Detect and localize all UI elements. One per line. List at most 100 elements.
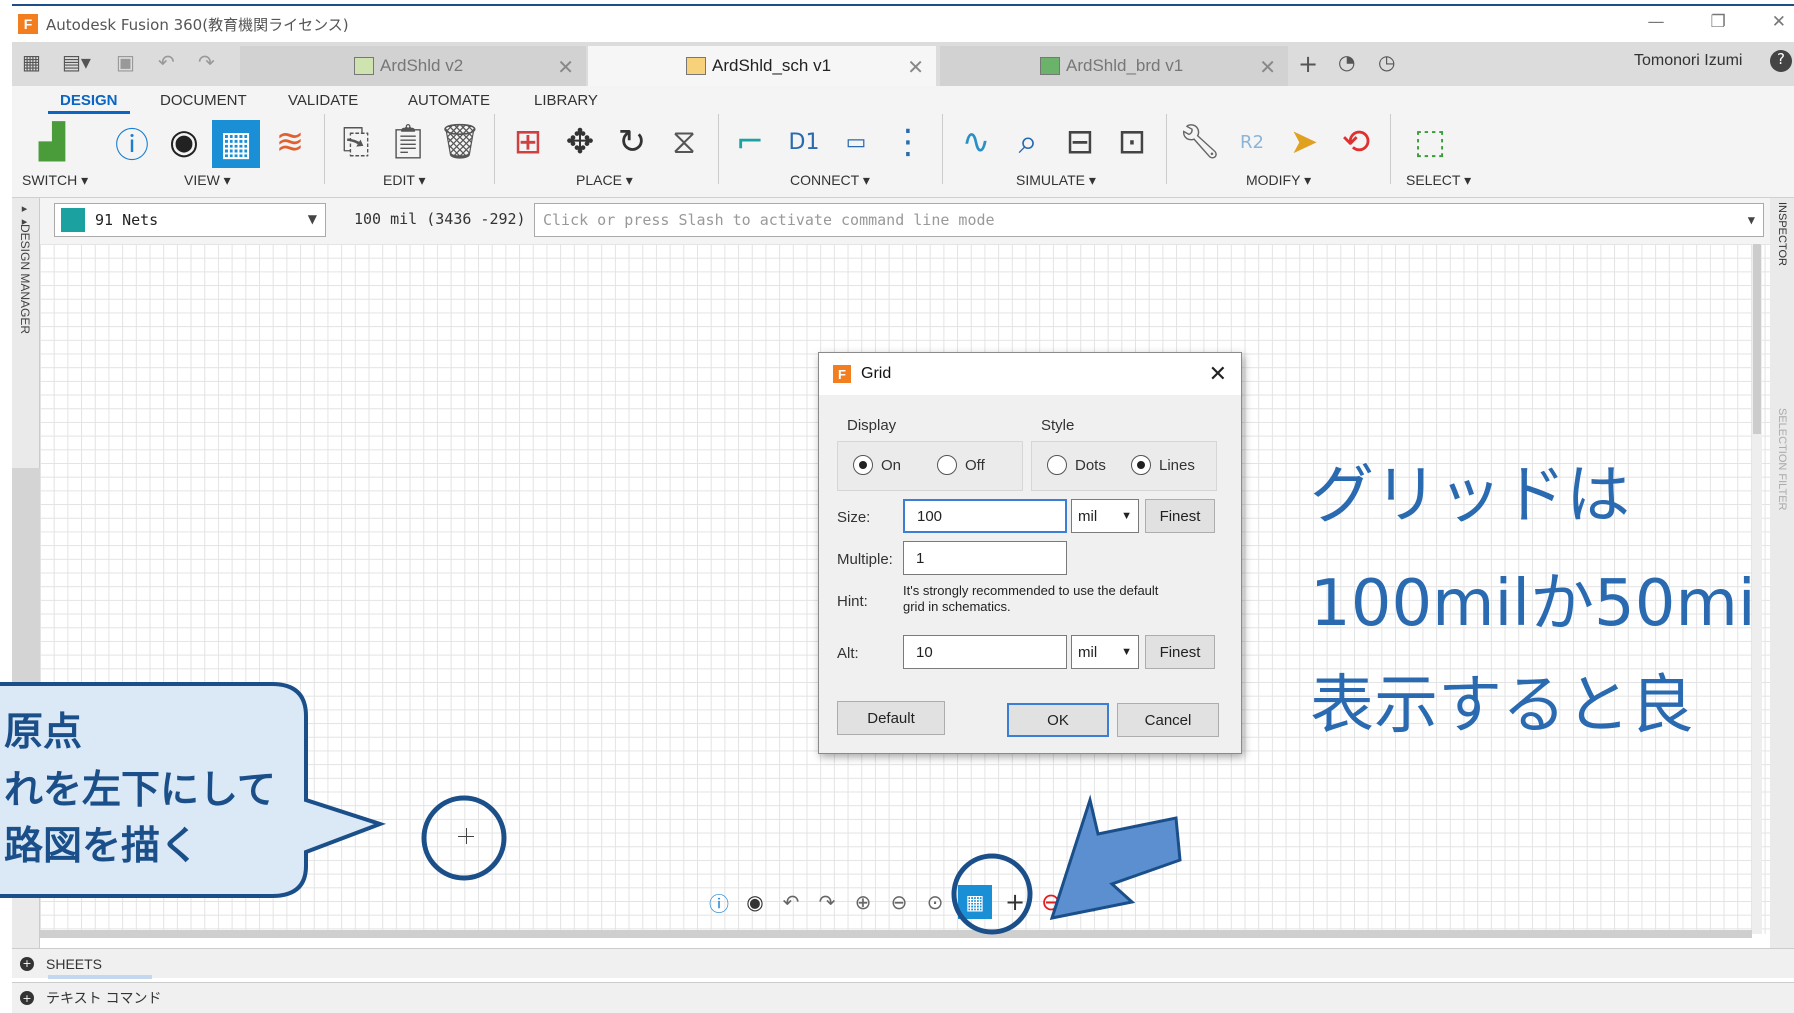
tab-validate[interactable]: VALIDATE <box>288 92 358 109</box>
crosshair-icon[interactable]: + <box>1002 888 1028 916</box>
save-icon[interactable]: ▣ <box>116 50 135 74</box>
minimize-button[interactable]: — <box>1648 12 1665 32</box>
clock-icon[interactable]: ◷ <box>1378 50 1395 74</box>
size-unit-select[interactable]: mil ▼ <box>1071 499 1139 533</box>
group-view[interactable]: VIEW ▾ <box>184 172 231 189</box>
job-status-icon[interactable]: ◔ <box>1338 50 1355 74</box>
copy-icon[interactable]: ⎘ <box>334 120 378 164</box>
meter-icon[interactable]: ⊟ <box>1058 120 1102 164</box>
display-off-radio[interactable]: Off <box>937 455 985 475</box>
simulate-wave-icon[interactable]: ∿ <box>954 120 998 164</box>
tab-automate[interactable]: AUTOMATE <box>408 92 490 109</box>
display-on-radio[interactable]: On <box>853 455 901 475</box>
stop-icon[interactable]: ⊖ <box>1038 888 1064 916</box>
sheets-bar[interactable]: + SHEETS <box>12 948 1794 979</box>
tab-close-icon[interactable]: ✕ <box>557 55 574 80</box>
help-icon[interactable]: ? <box>1770 50 1792 72</box>
group-simulate[interactable]: SIMULATE ▾ <box>1016 172 1096 189</box>
gate-swap-icon[interactable]: ➤ <box>1282 120 1326 164</box>
group-switch[interactable]: SWITCH ▾ <box>22 172 88 189</box>
alt-finest-button[interactable]: Finest <box>1145 635 1215 669</box>
replace-icon[interactable]: ⟲ <box>1334 120 1378 164</box>
expand-text-command-icon[interactable]: + <box>20 991 34 1005</box>
group-edit[interactable]: EDIT ▾ <box>383 172 426 189</box>
ok-button[interactable]: OK <box>1007 703 1109 737</box>
alt-unit-select[interactable]: mil ▼ <box>1071 635 1139 669</box>
alt-label: Alt: <box>837 645 859 662</box>
redo-icon[interactable]: ↷ <box>814 889 840 915</box>
right-panel[interactable]: INSPECTOR SELECTION FILTER <box>1770 198 1794 958</box>
info-icon[interactable]: ⓘ <box>110 120 154 166</box>
scroll-thumb[interactable] <box>1753 244 1761 434</box>
group-modify[interactable]: MODIFY ▾ <box>1246 172 1311 189</box>
dropdown-arrow-icon: ▼ <box>1121 510 1132 522</box>
tab-ardshld-brd[interactable]: ArdShld_brd v1 ✕ <box>940 46 1288 86</box>
add-part-icon[interactable]: ⊞ <box>506 120 550 164</box>
apps-grid-icon[interactable]: ▦ <box>22 50 41 74</box>
restore-button[interactable]: ❐ <box>1711 12 1726 32</box>
style-lines-radio[interactable]: Lines <box>1131 455 1195 475</box>
layers-icon[interactable]: ≋ <box>268 120 312 164</box>
info-icon[interactable]: ⓘ <box>706 889 732 916</box>
dropdown-arrow-icon[interactable]: ▼ <box>1748 213 1755 227</box>
tab-design[interactable]: DESIGN <box>60 92 118 109</box>
radio-label: On <box>881 456 902 474</box>
tab-document[interactable]: DOCUMENT <box>160 92 247 109</box>
alt-input[interactable]: 10 <box>903 635 1067 669</box>
selection-filter-label[interactable]: SELECTION FILTER <box>1776 408 1788 510</box>
horizontal-scrollbar[interactable] <box>40 930 1752 938</box>
dialog-close-icon[interactable]: ✕ <box>1209 361 1227 387</box>
zoom-out-icon[interactable]: ⊖ <box>886 889 912 915</box>
expand-sheets-icon[interactable]: + <box>20 956 34 971</box>
tab-library[interactable]: LIBRARY <box>534 92 598 109</box>
size-finest-button[interactable]: Finest <box>1145 499 1215 533</box>
mirror-icon[interactable]: ⧖ <box>662 120 706 164</box>
default-button[interactable]: Default <box>837 701 945 735</box>
tab-close-icon[interactable]: ✕ <box>1259 55 1276 80</box>
name-icon[interactable]: D1 <box>782 120 826 164</box>
group-connect[interactable]: CONNECT ▾ <box>790 172 870 189</box>
select-box-icon[interactable]: ⬚ <box>1408 120 1452 164</box>
probe-icon[interactable]: ⌕ <box>1006 120 1050 164</box>
rotate-icon[interactable]: ↻ <box>610 120 654 164</box>
label-icon[interactable]: ▭ <box>834 120 878 164</box>
group-select[interactable]: SELECT ▾ <box>1406 172 1471 189</box>
delete-icon[interactable]: 🗑︎ <box>438 120 482 164</box>
bus-icon[interactable]: ⋮ <box>886 120 930 164</box>
wire-icon[interactable]: ⌐ <box>728 120 772 164</box>
zoom-fit-icon[interactable]: ⊙ <box>922 889 948 915</box>
file-menu-icon[interactable]: ▤▾ <box>62 50 91 74</box>
paste-icon[interactable]: 📋︎ <box>386 120 430 164</box>
close-window-button[interactable]: ✕ <box>1772 12 1786 32</box>
undo-icon[interactable]: ↶ <box>158 50 175 74</box>
grid-icon[interactable]: ▦ <box>212 120 260 168</box>
undo-icon[interactable]: ↶ <box>778 889 804 915</box>
net-class-select[interactable]: 91 Nets ▼ <box>54 203 326 237</box>
tab-ardshld-sch[interactable]: ArdShld_sch v1 ✕ <box>588 46 936 86</box>
new-tab-plus-icon[interactable]: + <box>1298 50 1318 78</box>
scope-icon[interactable]: ⊡ <box>1110 120 1154 164</box>
eye-icon[interactable]: ◉ <box>162 120 206 164</box>
tab-ardshld-v2[interactable]: ArdShld v2 ✕ <box>240 46 586 86</box>
value-icon[interactable]: R2 <box>1230 120 1274 164</box>
cancel-button[interactable]: Cancel <box>1117 703 1219 737</box>
text-command-bar[interactable]: + テキスト コマンド <box>12 982 1794 1013</box>
select-box-icon[interactable]: ⬚ <box>1074 889 1100 915</box>
switch-icon[interactable]: ▟ <box>30 120 74 164</box>
redo-icon[interactable]: ↷ <box>198 50 215 74</box>
tab-label: ArdShld v2 <box>380 56 464 75</box>
wrench-icon[interactable]: 🔧︎ <box>1178 120 1222 164</box>
zoom-in-icon[interactable]: ⊕ <box>850 889 876 915</box>
inspector-label[interactable]: INSPECTOR <box>1776 202 1788 266</box>
radio-label: Lines <box>1159 456 1195 474</box>
multiple-input[interactable]: 1 <box>903 541 1067 575</box>
command-line-input[interactable]: Click or press Slash to activate command… <box>534 203 1764 237</box>
group-place[interactable]: PLACE ▾ <box>576 172 633 189</box>
tab-close-icon[interactable]: ✕ <box>907 55 924 80</box>
style-dots-radio[interactable]: Dots <box>1047 455 1106 475</box>
size-input[interactable]: 100 <box>903 499 1067 533</box>
eye-icon[interactable]: ◉ <box>742 889 768 915</box>
move-icon[interactable]: ✥ <box>558 120 602 164</box>
user-name[interactable]: Tomonori Izumi <box>1634 52 1742 70</box>
grid-toggle-icon[interactable]: ▦ <box>958 885 992 919</box>
